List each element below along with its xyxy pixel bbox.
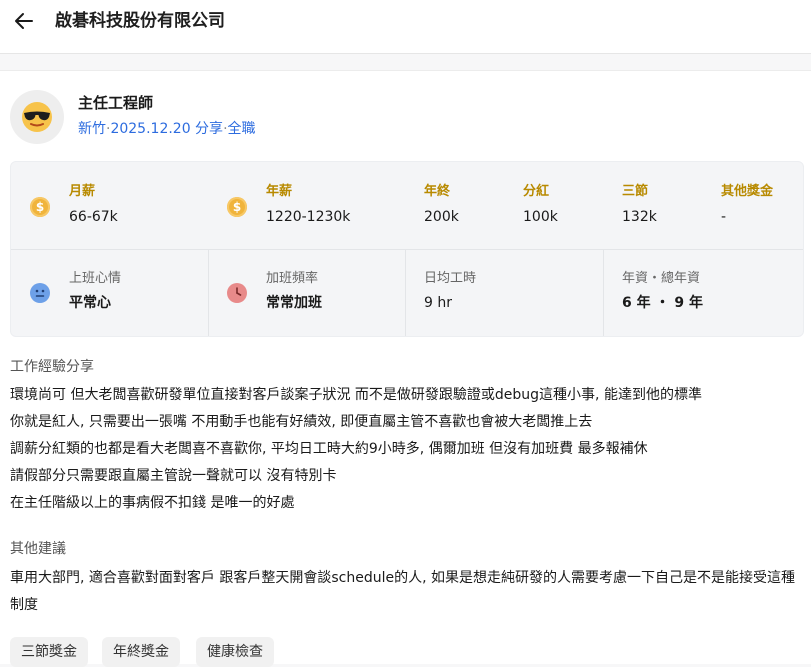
annual-salary-label: 年薪 <box>266 184 293 199</box>
arrow-left-icon[interactable] <box>12 9 36 33</box>
mood-label: 上班心情 <box>69 271 122 286</box>
top-bar: 啟碁科技股份有限公司 <box>0 0 811 54</box>
stats-divider <box>405 250 406 336</box>
mood-value: 平常心 <box>69 295 111 311</box>
company-name[interactable]: 啟碁科技股份有限公司 <box>55 9 225 33</box>
overtime-value: 常常加班 <box>266 295 322 311</box>
experience-title: 工作經驗分享 <box>10 359 94 375</box>
neutral-face-icon <box>30 283 50 303</box>
dividend-label: 分紅 <box>523 184 550 199</box>
experience-line: 在主任階級以上的事病假不扣錢 是唯一的好處 <box>10 495 295 511</box>
sunglasses-emoji-icon <box>10 90 64 144</box>
year-end-bonus-label: 年終 <box>424 184 451 199</box>
other-bonus-label: 其他獎金 <box>721 184 774 199</box>
post-meta: 新竹·2025.12.20 分享·全職 <box>78 119 256 139</box>
post-date: 2025.12.20 分享 <box>110 121 224 137</box>
dividend-value: 100k <box>523 209 558 225</box>
experience-line: 調薪分紅類的也都是看大老闆喜不喜歡你, 平均日工時大約9小時多, 偶爾加班 但沒… <box>10 441 648 457</box>
clock-icon <box>227 283 247 303</box>
festival-bonus-label: 三節 <box>622 184 649 199</box>
stats-divider <box>603 250 604 336</box>
stats-panel: $ 月薪 66-67k $ 年薪 1220-1230k 年終 200k 分紅 1… <box>10 161 804 337</box>
festival-bonus-value: 132k <box>622 209 657 225</box>
monthly-salary-label: 月薪 <box>69 184 96 199</box>
suggestions-title: 其他建議 <box>10 541 66 557</box>
year-end-bonus-value: 200k <box>424 209 459 225</box>
experience-line: 你就是紅人, 只需要出一張嘴 不用動手也能有好績效, 即便直屬主管不喜歡也會被大… <box>10 414 593 430</box>
salary-post-card: 主任工程師 新竹·2025.12.20 分享·全職 $ 月薪 66-67k $ … <box>0 70 811 667</box>
seniority-label: 年資・總年資 <box>622 271 701 286</box>
coin-icon: $ <box>227 197 247 217</box>
experience-text: 環境尚可 但大老闆喜歡研發單位直接對客戶談案子狀況 而不是做研發跟驗證或debu… <box>10 382 805 517</box>
daily-hours-label: 日均工時 <box>424 271 477 286</box>
other-bonus-value: - <box>721 209 727 225</box>
stats-divider <box>11 249 803 250</box>
overtime-label: 加班頻率 <box>266 271 319 286</box>
experience-line: 環境尚可 但大老闆喜歡研發單位直接對客戶談案子狀況 而不是做研發跟驗證或debu… <box>10 387 702 403</box>
location[interactable]: 新竹 <box>78 121 106 137</box>
monthly-salary-value: 66-67k <box>69 209 118 225</box>
employment-type[interactable]: 全職 <box>228 121 256 137</box>
seniority-value: 6 年 ・ 9 年 <box>622 295 703 311</box>
job-title: 主任工程師 <box>78 94 154 112</box>
experience-line: 請假部分只需要跟直屬主管說一聲就可以 沒有特別卡 <box>10 468 337 484</box>
stats-divider <box>208 250 209 336</box>
suggestions-text: 車用大部門, 適合喜歡對面對客戶 跟客戶整天開會談schedule的人, 如果是… <box>10 570 795 613</box>
coin-icon: $ <box>30 197 50 217</box>
daily-hours-value: 9 hr <box>424 295 452 311</box>
annual-salary-value: 1220-1230k <box>266 209 351 225</box>
